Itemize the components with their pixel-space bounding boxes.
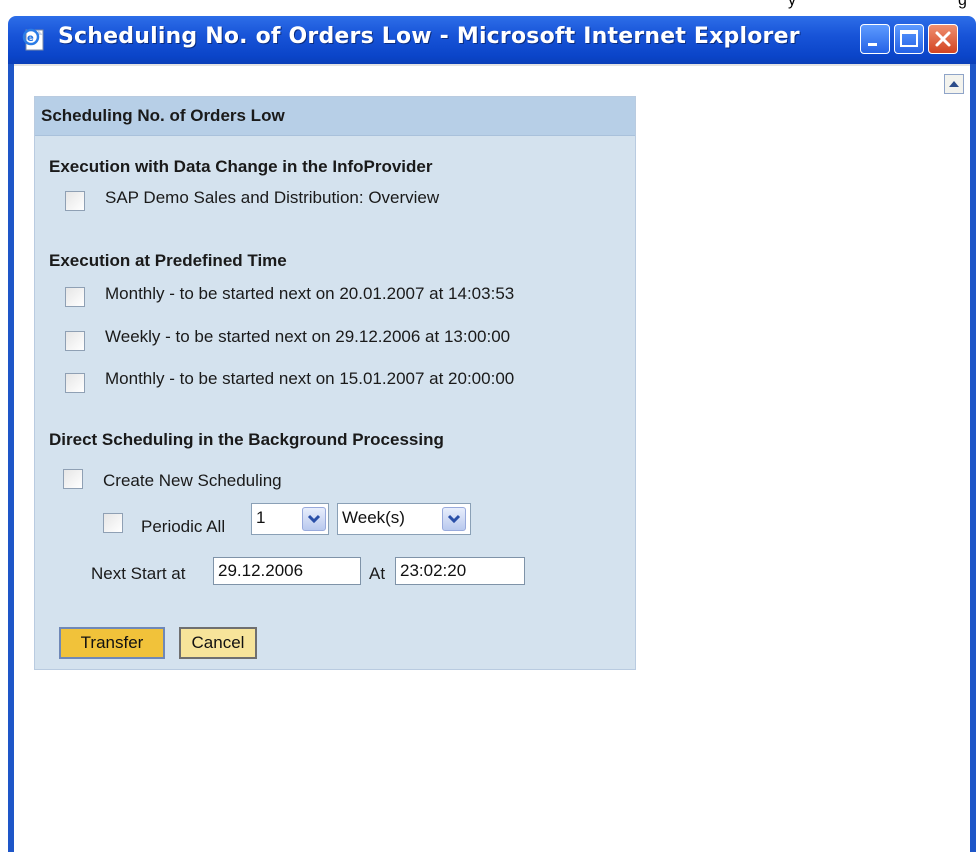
label-monthly-1: Monthly - to be started next on 20.01.20… [105,284,515,303]
next-start-date-value: 29.12.2006 [218,561,304,580]
background-text-strip: y g [700,0,976,16]
label-create-new: Create New Scheduling [103,471,282,490]
checkbox-periodic[interactable] [103,513,123,533]
label-periodic: Periodic All [141,517,226,536]
label-monthly-2: Monthly - to be started next on 15.01.20… [105,369,515,388]
checkbox-weekly[interactable] [65,331,85,351]
scroll-up-button[interactable] [944,74,964,94]
checkbox-monthly-1[interactable] [65,287,85,307]
next-start-time-input[interactable]: 23:02:20 [395,557,525,585]
scroll-up-icon [949,81,959,87]
section-heading-direct: Direct Scheduling in the Background Proc… [49,430,444,449]
checkbox-create-new[interactable] [63,469,83,489]
checkbox-infoprovider[interactable] [65,191,85,211]
title-bar[interactable]: e Scheduling No. of Orders Low - Microso… [8,16,976,64]
background-text: y [788,0,796,9]
section-heading-data-change: Execution with Data Change in the InfoPr… [49,157,433,176]
periodic-unit-dropdown[interactable] [442,507,466,531]
chevron-down-icon [447,514,461,524]
window-title: Scheduling No. of Orders Low - Microsoft… [58,24,800,49]
window-frame-right [970,64,976,852]
minimize-icon [868,43,877,46]
section-heading-predefined: Execution at Predefined Time [49,251,287,270]
label-at: At [369,564,386,583]
minimize-button[interactable] [860,24,890,54]
next-start-date-input[interactable]: 29.12.2006 [213,557,361,585]
close-button[interactable] [928,24,958,54]
label-weekly: Weekly - to be started next on 29.12.200… [105,327,511,346]
periodic-unit-value: Week(s) [342,508,405,527]
background-text-2: g [958,0,967,9]
checkbox-monthly-2[interactable] [65,373,85,393]
panel-title: Scheduling No. of Orders Low [41,106,285,125]
transfer-button[interactable]: Transfer [59,627,165,659]
ie-page-icon: e [22,28,44,51]
scheduling-panel: Scheduling No. of Orders Low Execution w… [34,96,636,670]
periodic-count-select[interactable]: 1 [251,503,329,535]
periodic-count-value: 1 [256,508,266,527]
periodic-unit-select[interactable]: Week(s) [337,503,471,535]
maximize-button[interactable] [894,24,924,54]
panel-header: Scheduling No. of Orders Low [35,97,635,136]
cancel-button[interactable]: Cancel [179,627,257,659]
periodic-count-dropdown[interactable] [302,507,326,531]
browser-window: y g e Scheduling No. of Orders Low - Mic… [0,0,976,852]
label-next-start: Next Start at [91,564,186,583]
label-infoprovider: SAP Demo Sales and Distribution: Overvie… [105,188,440,207]
close-icon [935,31,951,47]
chevron-down-icon [307,514,321,524]
next-start-time-value: 23:02:20 [400,561,467,580]
maximize-icon [900,30,918,47]
svg-text:e: e [27,33,34,44]
